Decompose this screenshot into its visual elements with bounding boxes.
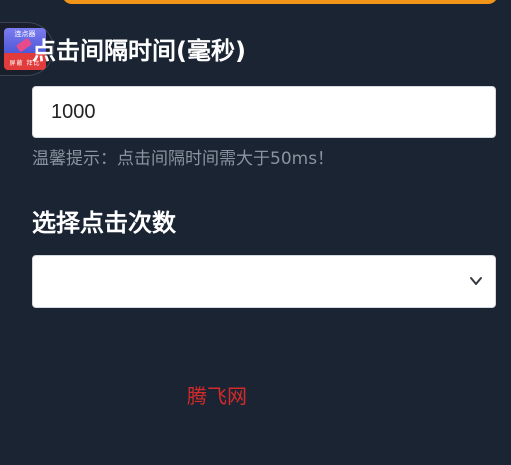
watermark-text: 腾飞网	[187, 384, 247, 408]
top-action-button[interactable]	[62, 0, 498, 4]
click-count-select[interactable]	[32, 255, 496, 308]
eraser-icon	[15, 37, 33, 53]
interval-hint: 温馨提示：点击间隔时间需大于50ms！	[32, 149, 335, 169]
interval-label: 点击间隔时间(毫秒)	[32, 37, 246, 65]
count-label: 选择点击次数	[32, 209, 176, 237]
chevron-down-icon	[470, 277, 482, 285]
interval-input[interactable]	[32, 86, 496, 138]
